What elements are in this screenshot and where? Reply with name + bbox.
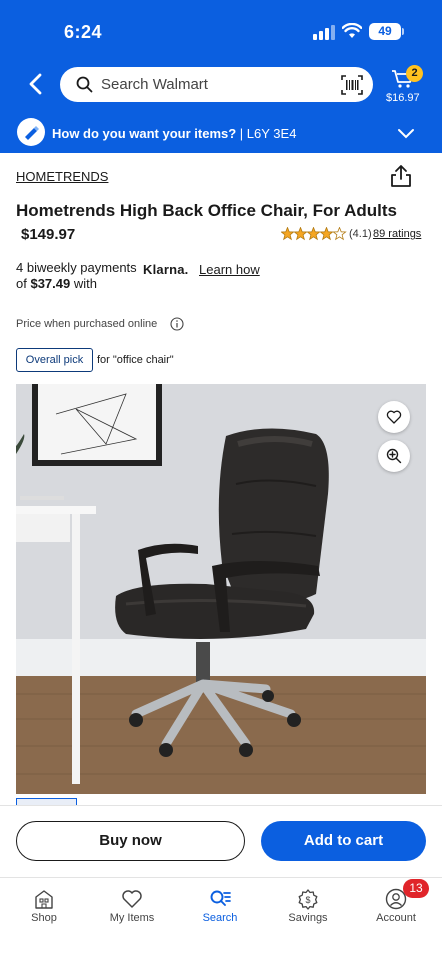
top-header: 6:24 49 Search Walmart 2 $16.97 How do y… <box>0 0 442 153</box>
ratings-count-link[interactable]: 89 ratings <box>373 228 421 240</box>
heart-icon <box>122 890 142 908</box>
zoom-in-icon <box>386 448 402 464</box>
nav-tab-search[interactable]: Search <box>176 878 264 938</box>
chair-photo <box>16 384 426 794</box>
favorite-button[interactable] <box>378 401 410 433</box>
battery-indicator: 49 <box>369 23 401 40</box>
info-icon[interactable] <box>170 317 184 331</box>
klarna-logo: Klarna. <box>143 262 189 277</box>
svg-text:$: $ <box>305 895 310 905</box>
rating-stars-icon <box>281 227 347 240</box>
back-arrow-icon[interactable] <box>22 70 50 98</box>
learn-how-link[interactable]: Learn how <box>199 262 260 277</box>
search-list-icon <box>210 890 231 906</box>
cart-total: $16.97 <box>386 92 420 104</box>
nav-label-shop: Shop <box>31 912 57 924</box>
delivery-prompt: How do you want your items? | L6Y 3E4 <box>52 126 297 141</box>
product-price: $149.97 <box>21 226 76 243</box>
product-image[interactable] <box>16 384 426 794</box>
nav-label-my-items: My Items <box>109 912 155 924</box>
overall-pick-badge: Overall pick <box>16 348 93 372</box>
pick-query: for "office chair" <box>97 354 174 366</box>
chevron-down-icon[interactable] <box>396 123 416 143</box>
add-to-cart-button[interactable]: Add to cart <box>261 821 426 861</box>
buy-now-button[interactable]: Buy now <box>16 821 245 861</box>
delivery-selector[interactable]: How do you want your items? | L6Y 3E4 <box>0 115 442 153</box>
purchase-actions: Buy now Add to cart <box>0 805 442 877</box>
zoom-button[interactable] <box>378 440 410 472</box>
cellular-signal-icon <box>313 25 335 40</box>
cart-button[interactable]: 2 $16.97 <box>386 64 430 108</box>
klarna-amount: $37.49 <box>30 276 71 291</box>
barcode-scan-icon[interactable] <box>341 75 363 95</box>
search-icon <box>76 76 93 93</box>
shop-icon <box>35 890 53 909</box>
bottom-navigation: Shop My Items Search $ Savings Account <box>0 877 442 960</box>
battery-tip <box>402 28 404 35</box>
cart-count-badge: 2 <box>406 65 423 82</box>
rating-value: (4.1) <box>349 228 372 240</box>
status-time: 6:24 <box>64 22 103 42</box>
product-title: Hometrends High Back Office Chair, For A… <box>16 201 397 220</box>
brand-link[interactable]: HOMETRENDS <box>16 169 108 184</box>
status-bar: 6:24 49 <box>0 0 442 62</box>
savings-icon: $ <box>298 889 318 910</box>
nav-label-account: Account <box>376 912 416 924</box>
search-placeholder[interactable]: Search Walmart <box>101 76 208 93</box>
nav-tab-my-items[interactable]: My Items <box>88 878 176 938</box>
share-icon[interactable] <box>390 164 412 188</box>
klarna-installments: 4 biweekly payments of $37.49 with <box>16 260 137 291</box>
nav-label-search: Search <box>202 912 238 924</box>
nav-tab-savings[interactable]: $ Savings <box>264 878 352 938</box>
fulfillment-icon <box>17 118 45 146</box>
wifi-icon <box>342 23 362 38</box>
price-note: Price when purchased online <box>16 318 158 330</box>
delivery-postal-code: | L6Y 3E4 <box>236 126 297 141</box>
nav-label-savings: Savings <box>288 912 328 924</box>
account-notification-badge: 13 <box>403 879 429 898</box>
search-bar[interactable]: Search Walmart <box>60 67 373 102</box>
heart-icon <box>386 410 402 424</box>
nav-tab-shop[interactable]: Shop <box>0 878 88 938</box>
